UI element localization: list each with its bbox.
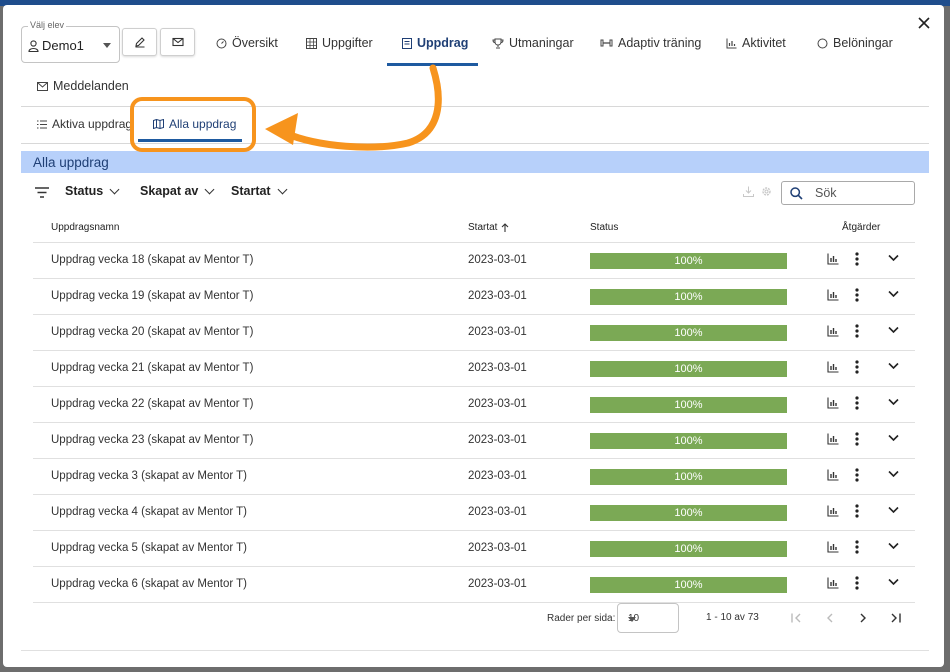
highlight-box [130,97,256,152]
tutorial-arrow-annotation [130,64,442,152]
arrow-curve [281,64,442,151]
arrowhead [265,113,298,145]
student-dialog: Välj elev Demo1 Översikt Uppgifter Uppdr… [3,5,944,667]
